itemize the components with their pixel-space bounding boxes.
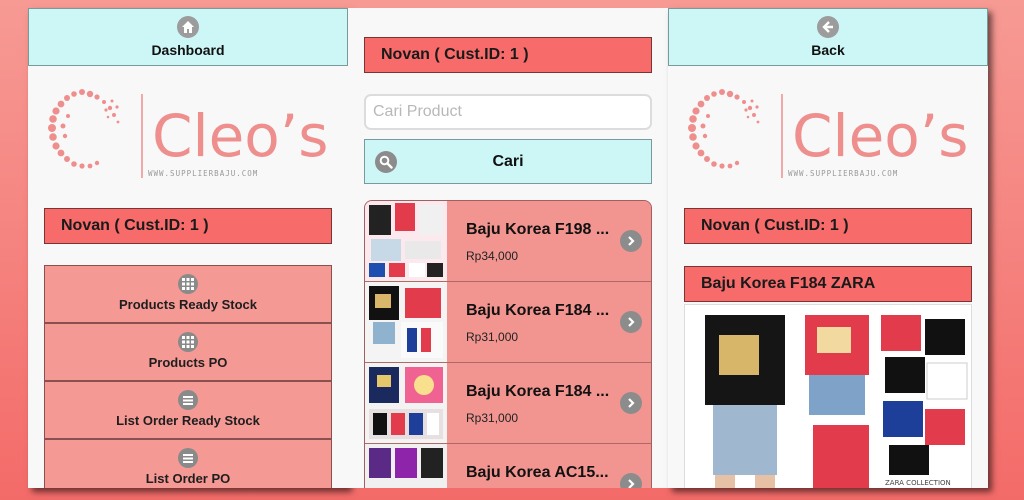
product-thumbnail <box>365 201 447 281</box>
product-name: Baju Korea F198 ... <box>466 221 610 238</box>
main-menu: Products Ready Stock Products PO List Or… <box>44 265 332 488</box>
product-detail-image[interactable]: ZARA COLLECTION <box>684 304 972 488</box>
back-button[interactable]: Back <box>668 8 988 66</box>
left-panel: Dashboard Cleo’s WWW.SUPPLIERBAJU.COM No… <box>28 8 348 488</box>
grid-icon <box>178 332 198 352</box>
search-button[interactable]: Cari <box>364 139 652 184</box>
chevron-right-icon <box>620 392 642 414</box>
product-price: Rp31,000 <box>466 411 519 425</box>
chevron-right-icon <box>620 230 642 252</box>
dashboard-label: Dashboard <box>151 42 225 58</box>
product-thumbnail <box>365 444 447 488</box>
back-label: Back <box>811 42 845 58</box>
product-thumbnail <box>365 363 447 443</box>
search-input[interactable] <box>364 94 652 130</box>
product-name: Baju Korea F184 ... <box>466 383 610 400</box>
menu-products-po[interactable]: Products PO <box>44 323 332 381</box>
menu-list-order-po[interactable]: List Order PO <box>44 439 332 488</box>
middle-panel: Novan ( Cust.ID: 1 ) Cari Baju Korea F19… <box>348 8 668 488</box>
image-caption: ZARA COLLECTION <box>885 479 951 487</box>
menu-item-label: Products PO <box>148 355 228 370</box>
list-icon <box>178 448 198 468</box>
product-detail-title: Baju Korea F184 ZARA <box>684 266 972 302</box>
product-name: Baju Korea F184 ... <box>466 302 610 319</box>
menu-item-label: List Order PO <box>145 471 231 486</box>
customer-label: Novan ( Cust.ID: 1 ) <box>684 208 972 244</box>
logo-tagline-text: WWW.SUPPLIERBAJU.COM <box>148 169 258 178</box>
menu-item-label: Products Ready Stock <box>119 297 257 312</box>
product-thumbnail <box>365 282 447 362</box>
logo-brand-text: Cleo’s <box>152 102 328 170</box>
menu-list-order-ready-stock[interactable]: List Order Ready Stock <box>44 381 332 439</box>
search-icon <box>375 151 397 173</box>
back-arrow-icon <box>817 16 839 38</box>
product-list-item[interactable]: Baju Korea AC15... <box>365 444 651 488</box>
customer-label: Novan ( Cust.ID: 1 ) <box>44 208 332 244</box>
grid-icon <box>178 274 198 294</box>
customer-label: Novan ( Cust.ID: 1 ) <box>364 37 652 73</box>
home-icon <box>177 16 199 38</box>
product-list-item[interactable]: Baju Korea F184 ... Rp31,000 <box>365 282 651 363</box>
search-button-label: Cari <box>492 152 524 170</box>
cleos-logo: Cleo’s WWW.SUPPLIERBAJU.COM <box>44 86 334 186</box>
product-list-item[interactable]: Baju Korea F184 ... Rp31,000 <box>365 363 651 444</box>
product-name: Baju Korea AC15... <box>466 464 609 481</box>
menu-products-ready-stock[interactable]: Products Ready Stock <box>44 265 332 323</box>
product-list-item[interactable]: Baju Korea F198 ... Rp34,000 <box>365 201 651 282</box>
dashboard-button[interactable]: Dashboard <box>28 8 348 66</box>
logo-brand-text: Cleo’s <box>792 102 968 170</box>
list-icon <box>178 390 198 410</box>
menu-item-label: List Order Ready Stock <box>116 413 260 428</box>
chevron-right-icon <box>620 311 642 333</box>
product-price: Rp34,000 <box>466 249 519 263</box>
logo-tagline-text: WWW.SUPPLIERBAJU.COM <box>788 169 898 178</box>
product-list: Baju Korea F198 ... Rp34,000 Baju Korea … <box>364 200 652 488</box>
right-panel: Back Cleo’s WWW.SUPPLIERBAJU.COM Novan (… <box>668 8 988 488</box>
cleos-logo: Cleo’s WWW.SUPPLIERBAJU.COM <box>684 86 974 186</box>
chevron-right-icon <box>620 473 642 488</box>
product-price: Rp31,000 <box>466 330 519 344</box>
